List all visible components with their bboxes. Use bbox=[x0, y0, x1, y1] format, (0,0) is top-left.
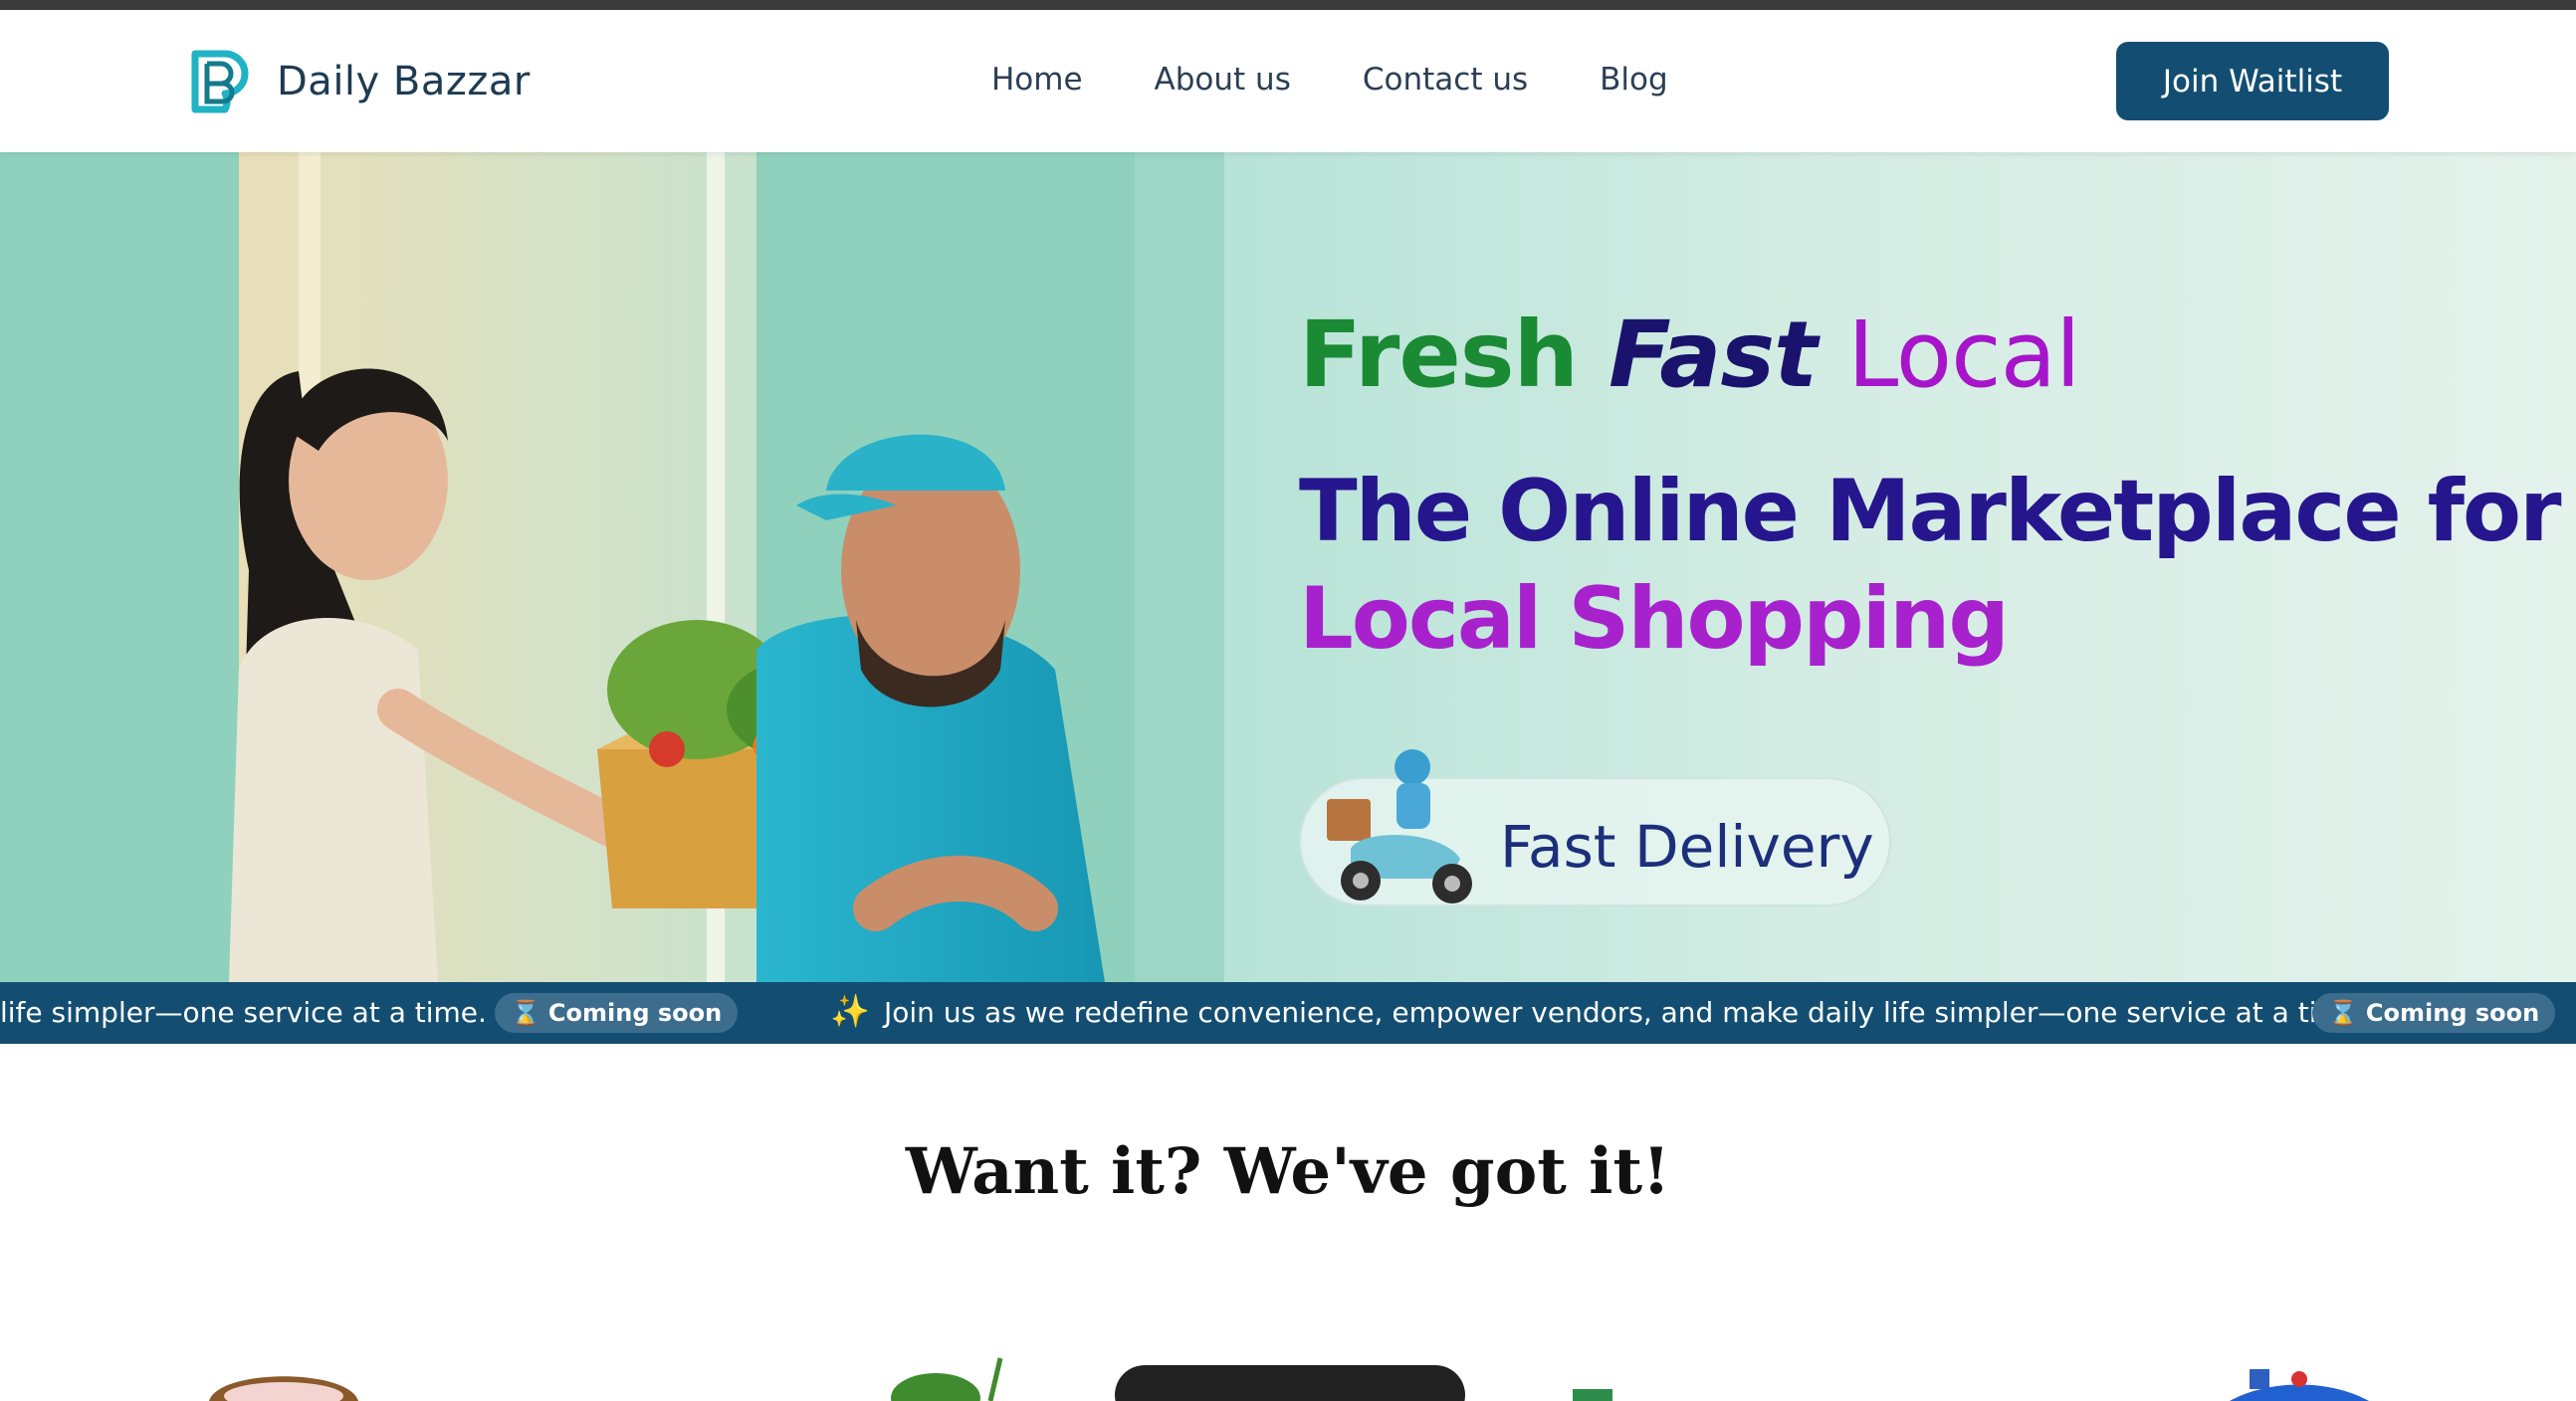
tagline-fresh: Fresh bbox=[1299, 301, 1579, 408]
tagline-local: Local bbox=[1847, 301, 2080, 408]
hero-copy: Fresh Fast Local The Online Marketplace … bbox=[1299, 301, 2562, 673]
announcement-ticker: life simpler—one service at a time. ⌛ Co… bbox=[0, 982, 2576, 1044]
nav-blog[interactable]: Blog bbox=[1600, 62, 1668, 98]
ticker-message: Join us as we redefine convenience, empo… bbox=[884, 996, 2370, 1029]
main-nav: Home About us Contact us Blog bbox=[991, 62, 1668, 98]
fast-delivery-label: Fast Delivery bbox=[1500, 813, 1874, 881]
hero-headline: The Online Marketplace for Local Shoppin… bbox=[1299, 458, 2562, 673]
badge-label: Coming soon bbox=[547, 999, 723, 1027]
nav-contact-us[interactable]: Contact us bbox=[1363, 62, 1528, 98]
scooter-icon bbox=[1327, 749, 1472, 903]
nav-about-us[interactable]: About us bbox=[1155, 62, 1291, 98]
hero-tagline: Fresh Fast Local bbox=[1299, 301, 2560, 408]
coming-soon-badge: ⌛ Coming soon bbox=[2312, 993, 2556, 1033]
sparkles-icon: ✨ bbox=[830, 993, 870, 1029]
fast-delivery-pill: Fast Delivery bbox=[1299, 749, 1891, 906]
product-image-toy[interactable] bbox=[2230, 1369, 2369, 1401]
product-image-item[interactable] bbox=[1573, 1389, 1612, 1401]
window-top-bar bbox=[0, 0, 2576, 10]
tagline-fast: Fast bbox=[1609, 301, 1818, 408]
coming-soon-badge: ⌛ Coming soon bbox=[495, 993, 739, 1033]
ticker-message-partial: life simpler—one service at a time. bbox=[0, 996, 487, 1029]
join-waitlist-button[interactable]: Join Waitlist bbox=[2116, 42, 2389, 120]
section-title: Want it? We've got it! bbox=[905, 1134, 1671, 1209]
nav-home[interactable]: Home bbox=[991, 62, 1083, 98]
product-image-greens[interactable] bbox=[881, 1353, 1030, 1401]
logo-icon bbox=[189, 48, 253, 115]
site-header: Daily Bazzar Home About us Contact us Bl… bbox=[0, 10, 2576, 152]
product-image-bowl[interactable] bbox=[199, 1358, 368, 1401]
hourglass-icon: ⌛ bbox=[2328, 999, 2358, 1027]
hourglass-icon: ⌛ bbox=[511, 999, 540, 1027]
brand-logo[interactable]: Daily Bazzar bbox=[189, 48, 531, 115]
hero-illustration bbox=[0, 152, 1224, 982]
badge-label: Coming soon bbox=[2365, 999, 2540, 1027]
brand-name: Daily Bazzar bbox=[277, 59, 531, 104]
headline-line-2: Local Shopping bbox=[1299, 569, 2010, 669]
product-image-device[interactable] bbox=[1115, 1365, 1465, 1401]
headline-line-1: The Online Marketplace for bbox=[1299, 462, 2562, 561]
hero-banner: Fresh Fast Local The Online Marketplace … bbox=[0, 152, 2576, 982]
